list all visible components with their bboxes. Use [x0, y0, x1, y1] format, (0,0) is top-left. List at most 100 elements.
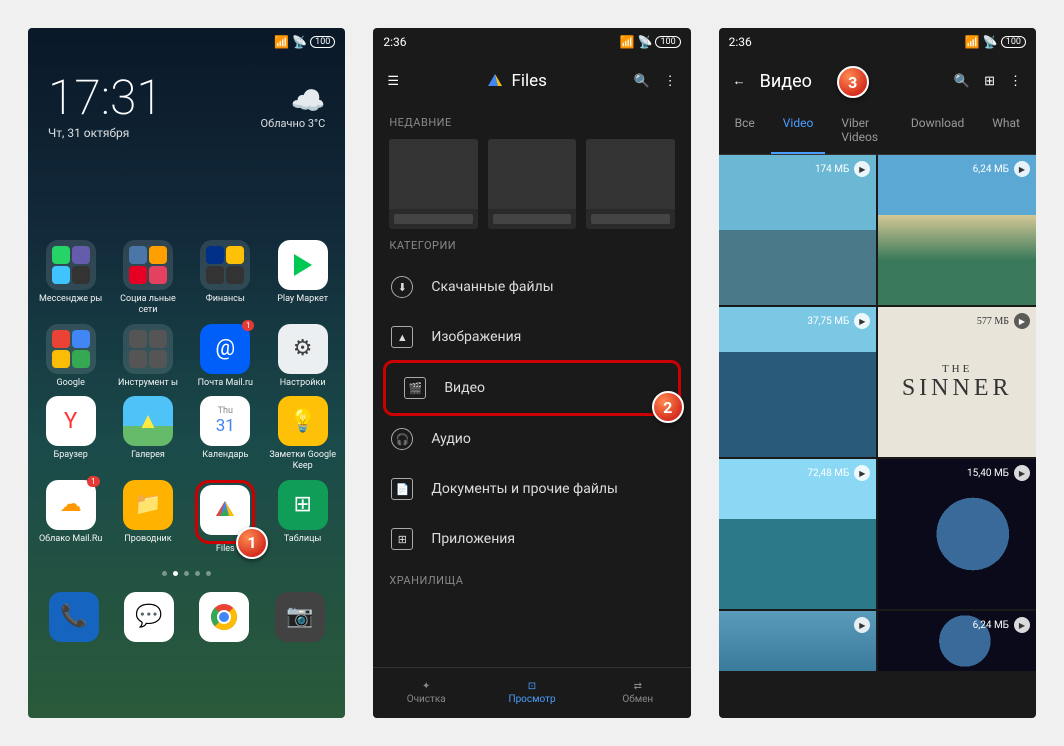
files-icon [211, 496, 239, 524]
video-thumb[interactable]: 6,24 МБ▶ [878, 611, 1036, 671]
app-sheets[interactable]: ⊞Таблицы [268, 480, 337, 555]
play-icon: ▶ [1014, 465, 1030, 481]
battery-icon: 100 [310, 36, 335, 48]
app-mailru[interactable]: @1Почта Mail.ru [191, 324, 260, 389]
app-gallery[interactable]: ▲Галерея [113, 396, 182, 472]
video-thumb[interactable]: 15,40 МБ▶ [878, 459, 1036, 609]
back-icon[interactable]: ← [733, 73, 746, 89]
signal-icon: 📶 [274, 35, 289, 49]
app-settings[interactable]: ⚙Настройки [268, 324, 337, 389]
menu-icon[interactable]: ☰ [387, 74, 399, 89]
screen-3-video-list: 2:36 📶📡100 ← Видео 🔍 ⊞ ⋮ 3 Все Video Vib… [719, 28, 1036, 718]
share-icon: ⇄ [634, 681, 642, 692]
recent-thumb[interactable] [389, 139, 477, 229]
app-files[interactable]: Files1 [191, 480, 260, 555]
app-play-market[interactable]: Play Маркет [268, 240, 337, 316]
play-icon: ▶ [854, 465, 870, 481]
search-icon[interactable]: 🔍 [633, 74, 649, 89]
video-thumb[interactable]: 72,48 МБ▶ [719, 459, 877, 609]
view-toggle-icon[interactable]: ⊞ [984, 74, 995, 89]
tab-all[interactable]: Все [723, 106, 767, 154]
video-grid: 174 МБ▶ 6,24 МБ▶ 37,75 МБ▶ 577 МБ▶THESIN… [719, 155, 1036, 671]
video-thumb[interactable]: 174 МБ▶ [719, 155, 877, 305]
app-cloud[interactable]: ☁1Облако Mail.Ru [36, 480, 105, 555]
more-icon[interactable]: ⋮ [1009, 74, 1022, 89]
app-grid: Мессендже ры Социа льные сети Финансы Pl… [28, 230, 345, 565]
play-icon: ▶ [1014, 617, 1030, 633]
document-icon: 📄 [391, 478, 413, 500]
play-icon: ▶ [1014, 313, 1030, 329]
video-thumb[interactable]: 577 МБ▶THESINNER [878, 307, 1036, 457]
video-thumb[interactable]: ▶ [719, 611, 877, 671]
screen-1-home: 📶 📡 100 17:31 Чт, 31 октября ☁️ Облачно … [28, 28, 345, 718]
highlight-video-category: 🎬Видео 2 [383, 360, 680, 416]
download-icon: ⬇ [391, 276, 413, 298]
app-calendar[interactable]: Thu31Календарь [191, 396, 260, 472]
weather-icon: ☁️ [261, 84, 326, 117]
cat-video[interactable]: 🎬Видео [386, 363, 677, 413]
cat-downloads[interactable]: ⬇Скачанные файлы [373, 262, 690, 312]
section-storage: ХРАНИЛИЩА [373, 564, 690, 597]
statusbar: 📶 📡 100 [28, 28, 345, 56]
image-icon: ▲ [391, 326, 413, 348]
nav-clean[interactable]: ✦Очистка [373, 668, 479, 718]
tab-video[interactable]: Video [771, 106, 826, 154]
dock-camera[interactable]: 📷 [275, 592, 325, 642]
video-icon: 🎬 [404, 377, 426, 399]
appbar: ☰ Files 🔍 ⋮ [373, 56, 690, 106]
marker-1: 1 [236, 527, 268, 559]
play-icon: ▶ [854, 313, 870, 329]
folder-tabs: Все Video Viber Videos Download What [719, 106, 1036, 155]
nav-share[interactable]: ⇄Обмен [585, 668, 691, 718]
app-finance[interactable]: Финансы [191, 240, 260, 316]
weather-widget[interactable]: ☁️ Облачно 3°C [261, 84, 326, 130]
screen-2-files-app: 2:36 📶📡100 ☰ Files 🔍 ⋮ НЕДАВНИЕ КАТЕГОРИ… [373, 28, 690, 718]
dock-chrome[interactable] [199, 592, 249, 642]
cat-audio[interactable]: 🎧Аудио [373, 414, 690, 464]
app-browser[interactable]: YБраузер [36, 396, 105, 472]
chrome-icon [209, 602, 239, 632]
statusbar: 2:36 📶📡100 [373, 28, 690, 56]
play-icon [290, 252, 316, 278]
bottom-nav: ✦Очистка ⊡Просмотр ⇄Обмен [373, 667, 690, 718]
marker-3: 3 [837, 66, 869, 98]
audio-icon: 🎧 [391, 428, 413, 450]
page-indicator[interactable] [28, 565, 345, 582]
browse-icon: ⊡ [528, 681, 536, 692]
wifi-icon: 📡 [292, 35, 307, 49]
search-icon[interactable]: 🔍 [954, 74, 970, 89]
app-google[interactable]: Google [36, 324, 105, 389]
cat-apps[interactable]: ⊞Приложения [373, 514, 690, 564]
video-thumb[interactable]: 6,24 МБ▶ [878, 155, 1036, 305]
dock-phone[interactable]: 📞 [49, 592, 99, 642]
more-icon[interactable]: ⋮ [664, 74, 677, 89]
section-categories: КАТЕГОРИИ [373, 229, 690, 262]
apps-icon: ⊞ [391, 528, 413, 550]
recent-thumb[interactable] [488, 139, 576, 229]
tab-whatsapp[interactable]: What [980, 106, 1032, 154]
play-icon: ▶ [854, 161, 870, 177]
section-recent: НЕДАВНИЕ [373, 106, 690, 139]
app-title: Files [413, 71, 619, 91]
marker-2: 2 [652, 391, 684, 423]
play-icon: ▶ [854, 617, 870, 633]
app-messengers[interactable]: Мессендже ры [36, 240, 105, 316]
play-icon: ▶ [1014, 161, 1030, 177]
cat-documents[interactable]: 📄Документы и прочие файлы [373, 464, 690, 514]
statusbar: 2:36 📶📡100 [719, 28, 1036, 56]
tab-download[interactable]: Download [899, 106, 976, 154]
weather-text: Облачно 3°C [261, 117, 326, 130]
app-tools[interactable]: Инструмент ы [113, 324, 182, 389]
appbar: ← Видео 🔍 ⊞ ⋮ 3 [719, 56, 1036, 106]
dock-messages[interactable]: 💬 [124, 592, 174, 642]
cat-images[interactable]: ▲Изображения [373, 312, 690, 362]
video-thumb[interactable]: 37,75 МБ▶ [719, 307, 877, 457]
app-keep[interactable]: 💡Заметки Google Keep [268, 396, 337, 472]
clean-icon: ✦ [422, 681, 430, 692]
app-social[interactable]: Социа льные сети [113, 240, 182, 316]
recent-thumbnails[interactable] [373, 139, 690, 229]
recent-thumb[interactable] [586, 139, 674, 229]
app-explorer[interactable]: 📁Проводник [113, 480, 182, 555]
tab-viber[interactable]: Viber Videos [829, 106, 895, 154]
nav-browse[interactable]: ⊡Просмотр [479, 668, 585, 718]
